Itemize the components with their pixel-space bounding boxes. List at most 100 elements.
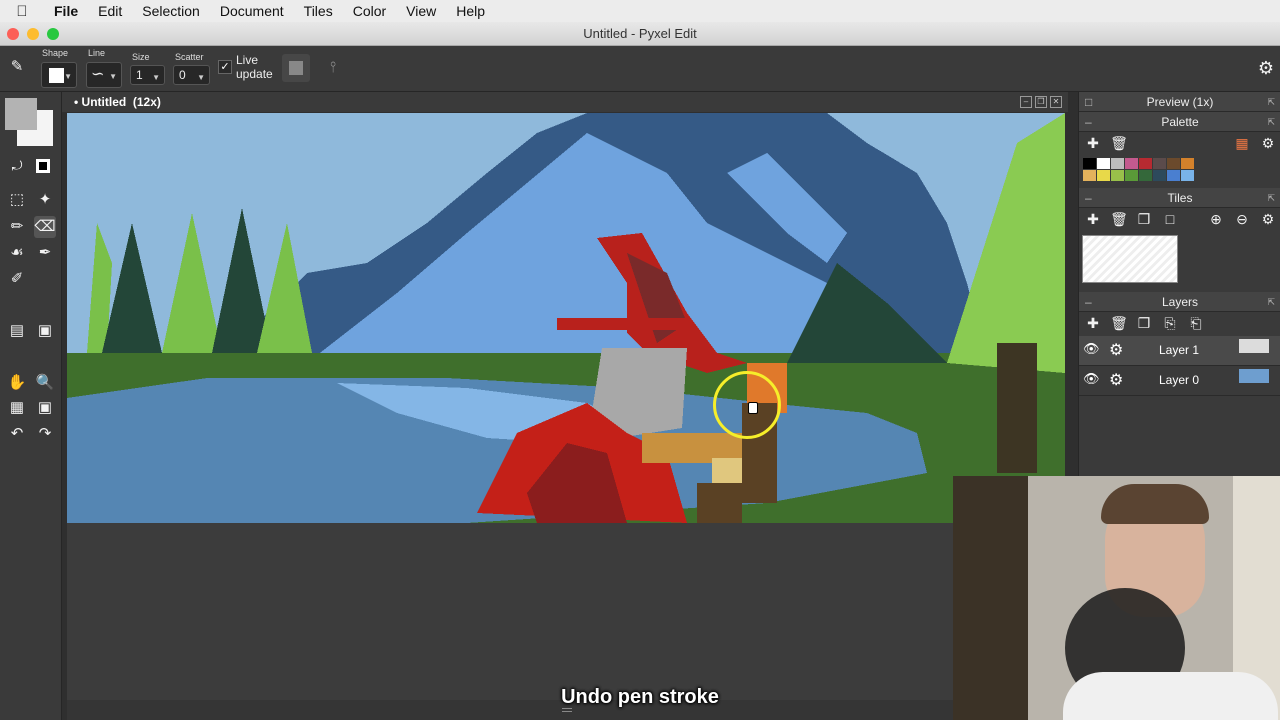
pen-tool-icon[interactable]: ✏ xyxy=(6,216,28,238)
add-palette-color-icon[interactable]: ✚ xyxy=(1082,132,1104,154)
settings-gear-icon[interactable]: ⚙ xyxy=(1255,57,1277,79)
delete-tile-icon[interactable]: 🗑 xyxy=(1108,208,1130,230)
document-tab[interactable]: • Untitled (12x) – ❐ ✕ xyxy=(62,92,1068,112)
menu-selection[interactable]: Selection xyxy=(132,0,210,22)
pin-icon[interactable]: ⇱ xyxy=(1267,112,1275,132)
palette-collapse-icon[interactable]: – xyxy=(1085,112,1092,132)
tiles-zoom-in-icon[interactable]: ⊕ xyxy=(1205,208,1227,230)
primary-color-swatch[interactable] xyxy=(5,98,37,130)
add-layer-icon[interactable]: ✚ xyxy=(1082,312,1104,334)
tile-tool-icon[interactable]: ▤ xyxy=(6,320,28,342)
tile-slot[interactable] xyxy=(1082,235,1178,283)
palette-swatch[interactable] xyxy=(1181,170,1194,181)
delete-palette-color-icon[interactable]: 🗑 xyxy=(1108,132,1130,154)
menu-document[interactable]: Document xyxy=(210,0,294,22)
magic-wand-icon[interactable]: ✦ xyxy=(34,189,56,211)
palette-swatches xyxy=(1083,158,1195,182)
palette-swatch[interactable] xyxy=(1083,170,1096,181)
fill-mode-button[interactable] xyxy=(282,54,310,82)
tile-frame-icon[interactable]: □ xyxy=(1159,208,1181,230)
palette-swatch[interactable] xyxy=(1097,170,1110,181)
layer-row[interactable]: 👁 ⚙ Layer 0 xyxy=(1079,366,1280,396)
palette-swatch[interactable] xyxy=(1111,170,1124,181)
pin-icon[interactable]: ⇱ xyxy=(1267,188,1275,208)
scatter-label: Scatter xyxy=(175,52,204,62)
line-dropdown[interactable]: ∽ ▼ xyxy=(86,62,122,88)
doc-restore-icon[interactable]: ❐ xyxy=(1035,96,1047,108)
redo-icon[interactable]: ↷ xyxy=(34,423,56,445)
palette-import-icon[interactable]: ▦ xyxy=(1231,132,1253,154)
tiles-panel-header[interactable]: – Tiles ⇱ xyxy=(1079,188,1280,208)
apple-menu-icon[interactable]:  xyxy=(0,3,44,20)
palette-swatch[interactable] xyxy=(1111,158,1124,169)
duplicate-tile-icon[interactable]: ❐ xyxy=(1133,208,1155,230)
menu-color[interactable]: Color xyxy=(343,0,396,22)
live-update-checkbox[interactable]: ✓ xyxy=(218,60,232,74)
palette-settings-icon[interactable]: ⚙ xyxy=(1257,132,1279,154)
tiles-settings-icon[interactable]: ⚙ xyxy=(1257,208,1279,230)
frame-icon[interactable]: ▣ xyxy=(34,397,56,419)
palette-panel-header[interactable]: – Palette ⇱ xyxy=(1079,112,1280,132)
preview-collapse-icon[interactable]: □ xyxy=(1085,92,1092,112)
merge-layer-down-icon[interactable]: ⎘ xyxy=(1159,312,1181,334)
delete-layer-icon[interactable]: 🗑 xyxy=(1108,312,1130,334)
palette-swatch[interactable] xyxy=(1167,158,1180,169)
palette-swatch[interactable] xyxy=(1153,158,1166,169)
eraser-tool-icon[interactable]: ⌫ xyxy=(34,216,56,238)
menu-edit[interactable]: Edit xyxy=(88,0,132,22)
visibility-eye-icon[interactable]: 👁 xyxy=(1083,371,1100,387)
palette-swatch[interactable] xyxy=(1125,158,1138,169)
layer-settings-gear-icon[interactable]: ⚙ xyxy=(1109,340,1123,360)
palette-swatch[interactable] xyxy=(1097,158,1110,169)
swap-colors-icon[interactable]: ⤾ xyxy=(6,155,28,177)
menu-help[interactable]: Help xyxy=(446,0,495,22)
menu-tiles[interactable]: Tiles xyxy=(294,0,343,22)
size-select[interactable]: 1 ▼ xyxy=(130,65,165,85)
symmetry-icon[interactable]: ⫯ xyxy=(322,57,344,79)
visibility-eye-icon[interactable]: 👁 xyxy=(1083,341,1100,357)
eraser-icon[interactable]: ✎ xyxy=(6,56,28,78)
menu-view[interactable]: View xyxy=(396,0,446,22)
pin-icon[interactable]: ⇱ xyxy=(1267,292,1275,312)
shape-dropdown[interactable]: ▼ xyxy=(41,62,77,88)
preview-panel-header[interactable]: □ Preview (1x) ⇱ xyxy=(1079,92,1280,112)
pan-hand-icon[interactable]: ✋ xyxy=(6,372,28,394)
select-tool-icon[interactable]: ⬚ xyxy=(6,189,28,211)
palette-swatch[interactable] xyxy=(1181,158,1194,169)
tiles-title: Tiles xyxy=(1167,191,1193,205)
add-tile-icon[interactable]: ✚ xyxy=(1082,208,1104,230)
palette-swatch[interactable] xyxy=(1139,158,1152,169)
zoom-icon[interactable]: 🔍 xyxy=(34,372,56,394)
fill-bucket-icon[interactable]: ☙ xyxy=(6,242,28,264)
duplicate-layer-icon[interactable]: ❐ xyxy=(1133,312,1155,334)
layer-row[interactable]: 👁 ⚙ Layer 1 xyxy=(1079,336,1280,366)
layers-collapse-icon[interactable]: – xyxy=(1085,292,1092,312)
palette-swatch[interactable] xyxy=(1153,170,1166,181)
document-name: • Untitled xyxy=(74,95,127,109)
menu-file[interactable]: File xyxy=(44,0,88,22)
undo-icon[interactable]: ↶ xyxy=(6,423,28,445)
grid-icon[interactable]: ▦ xyxy=(6,397,28,419)
doc-minimize-icon[interactable]: – xyxy=(1020,96,1032,108)
live-update-label-line2: update xyxy=(236,67,273,81)
pixel-art-canvas[interactable] xyxy=(67,113,1065,523)
tiles-zoom-out-icon[interactable]: ⊖ xyxy=(1231,208,1253,230)
scatter-select[interactable]: 0 ▼ xyxy=(173,65,210,85)
merge-layer-up-icon[interactable]: ⎗ xyxy=(1185,312,1207,334)
doc-close-icon[interactable]: ✕ xyxy=(1050,96,1062,108)
layer-settings-gear-icon[interactable]: ⚙ xyxy=(1109,370,1123,390)
pin-icon[interactable]: ⇱ xyxy=(1267,92,1275,112)
palette-swatch[interactable] xyxy=(1083,158,1096,169)
reset-colors-icon[interactable] xyxy=(36,159,50,173)
tiles-collapse-icon[interactable]: – xyxy=(1085,188,1092,208)
palette-swatch[interactable] xyxy=(1125,170,1138,181)
palette-swatch[interactable] xyxy=(1167,170,1180,181)
square-shape-icon xyxy=(49,68,64,83)
tile-select-icon[interactable]: ▣ xyxy=(34,320,56,342)
live-update-label: Live update xyxy=(236,53,273,81)
palette-swatch[interactable] xyxy=(1139,170,1152,181)
color-picker-icon[interactable]: ✐ xyxy=(6,268,28,290)
layers-panel-header[interactable]: – Layers ⇱ xyxy=(1079,292,1280,312)
brush-tool-icon[interactable]: ✒ xyxy=(34,242,56,264)
window-title-bar: Untitled - Pyxel Edit xyxy=(0,22,1280,46)
